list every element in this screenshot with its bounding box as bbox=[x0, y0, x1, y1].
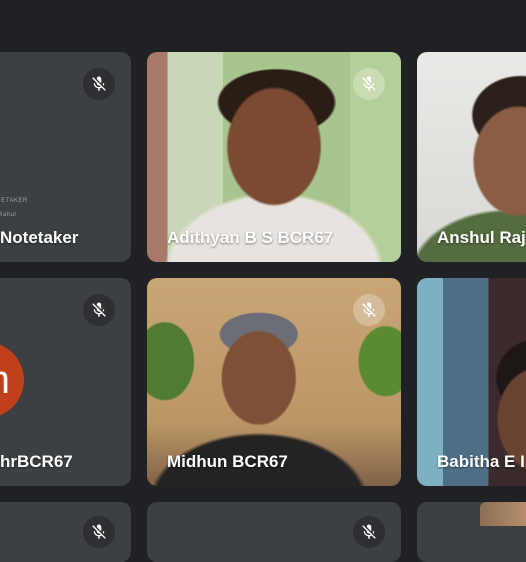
participant-video-thumbnail bbox=[480, 502, 526, 526]
participant-tile-adithyan[interactable]: Adithyan B S BCR67 bbox=[147, 52, 401, 262]
participant-name: hrBCR67 bbox=[0, 452, 73, 471]
notetaker-card-text: H NOTETAKER ne of Rahul bbox=[0, 194, 28, 222]
participant-name: Adithyan B S BCR67 bbox=[167, 228, 334, 247]
notetaker-card-line1: H NOTETAKER bbox=[0, 198, 28, 204]
mic-off-icon bbox=[353, 516, 385, 548]
participant-tile-row3-left[interactable] bbox=[0, 502, 131, 562]
mic-off-icon bbox=[353, 68, 385, 100]
participant-tile-notetaker[interactable]: H NOTETAKER ne of Rahul Notetaker bbox=[0, 52, 131, 262]
avatar: m bbox=[0, 342, 24, 418]
avatar-letter: m bbox=[0, 358, 10, 403]
participant-tile-midhun[interactable]: Midhun BCR67 bbox=[147, 278, 401, 486]
participant-name: Anshul Raj bbox=[437, 228, 526, 247]
mic-off-icon bbox=[83, 294, 115, 326]
participant-name: Notetaker bbox=[0, 228, 79, 247]
mic-off-icon bbox=[353, 294, 385, 326]
participant-name: Babitha E I bbox=[437, 452, 525, 471]
mic-off-icon bbox=[83, 68, 115, 100]
participant-tile-babitha[interactable]: Babitha E I bbox=[417, 278, 526, 486]
mic-off-icon bbox=[83, 516, 115, 548]
participant-tile-hrbcr67[interactable]: m hrBCR67 bbox=[0, 278, 131, 486]
notetaker-card-line2: ne of Rahul bbox=[0, 212, 17, 218]
participant-name: Midhun BCR67 bbox=[167, 452, 288, 471]
participant-tile-anshul[interactable]: Anshul Raj bbox=[417, 52, 526, 262]
participant-tile-row3-middle[interactable] bbox=[147, 502, 401, 562]
